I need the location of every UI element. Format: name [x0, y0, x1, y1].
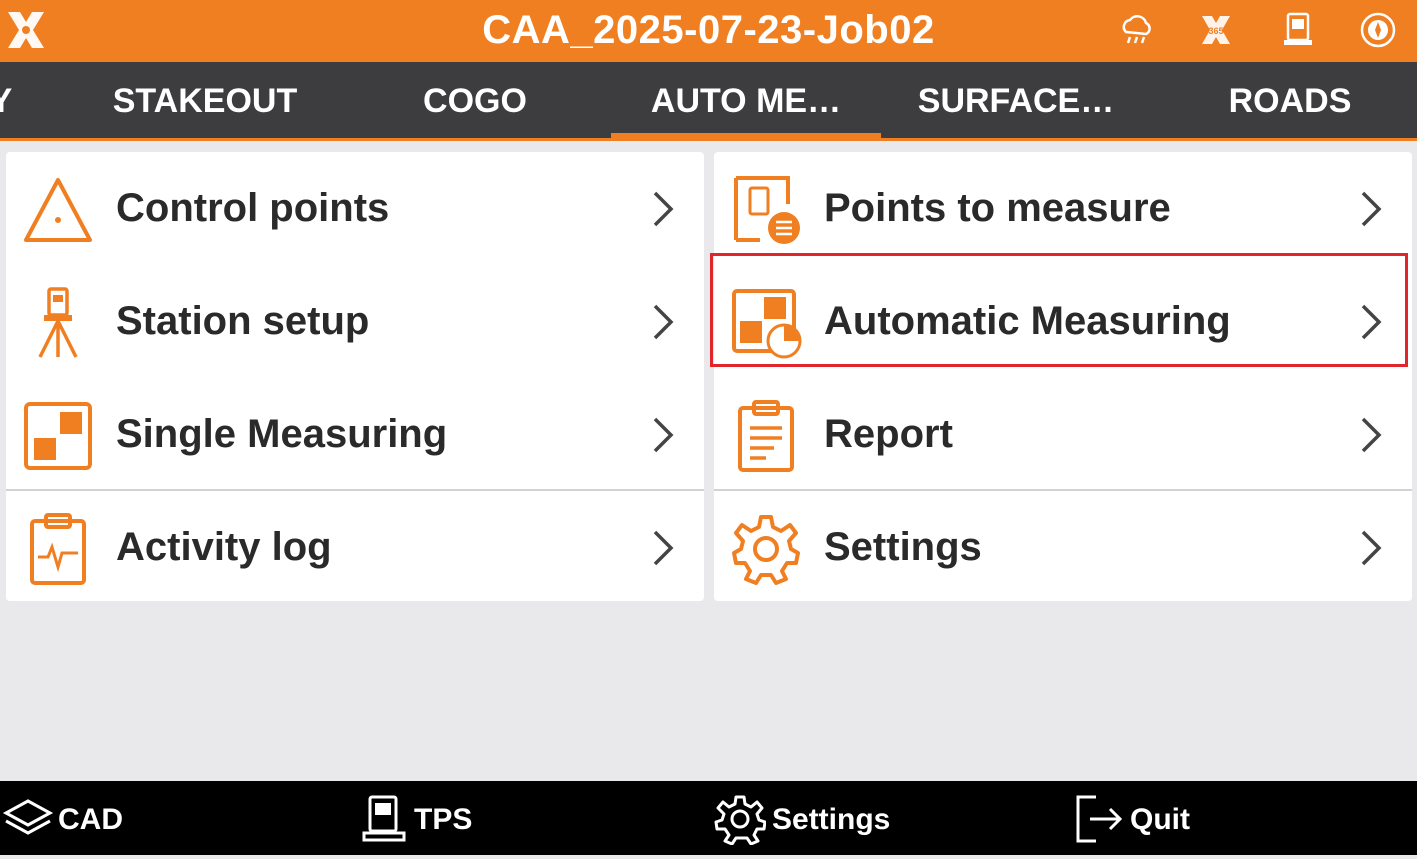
compass-icon[interactable]	[1358, 10, 1398, 50]
chevron-right-icon	[1361, 304, 1382, 340]
chevron-right-icon	[1361, 191, 1382, 227]
menu-item-automatic-measuring[interactable]: Automatic Measuring	[714, 265, 1412, 378]
tps-button[interactable]: TPS	[358, 781, 498, 855]
menu-item-label: Activity log	[116, 525, 332, 569]
chevron-right-icon	[653, 530, 674, 566]
menu-item-label: Settings	[824, 525, 982, 569]
tab-roads[interactable]: ROADS	[1155, 62, 1417, 140]
cad-button[interactable]: CAD	[0, 781, 140, 855]
menu-item-label: Station setup	[116, 299, 370, 343]
quit-label: Quit	[1130, 803, 1190, 836]
title-bar: CAA_2025-07-23-Job02 365	[0, 0, 1417, 62]
tab-survey[interactable]: Y	[0, 62, 14, 140]
menu-item-label: Points to measure	[824, 186, 1171, 230]
settings-label: Settings	[772, 803, 891, 836]
cad-label: CAD	[58, 803, 123, 836]
weather-icon[interactable]	[1116, 10, 1156, 50]
tab-bar-underline	[0, 138, 1417, 141]
gear-icon	[714, 795, 766, 845]
exit-icon	[1076, 795, 1123, 843]
left-menu-card: Control points Station setup Single Meas…	[6, 152, 704, 601]
menu-item-label: Control points	[116, 186, 390, 230]
single-measure-icon	[24, 402, 92, 470]
chevron-right-icon	[653, 417, 674, 453]
tab-surface[interactable]: SURFACE…	[881, 62, 1151, 140]
tab-auto-measure[interactable]: AUTO ME…	[611, 62, 881, 140]
points-list-icon	[734, 176, 800, 244]
right-menu-card: Points to measure Automatic Measuring Re…	[714, 152, 1412, 601]
gear-icon	[732, 515, 800, 585]
menu-item-settings[interactable]: Settings	[714, 491, 1412, 604]
triangle-point-icon	[24, 178, 92, 242]
menu-item-single-measuring[interactable]: Single Measuring	[6, 378, 704, 491]
menu-item-label: Report	[824, 412, 953, 456]
layers-icon	[2, 799, 54, 835]
menu-item-control-points[interactable]: Control points	[6, 152, 704, 265]
total-station-icon	[362, 795, 406, 842]
report-clipboard-icon	[738, 400, 794, 472]
chevron-right-icon	[1361, 417, 1382, 453]
tps-label: TPS	[414, 803, 473, 836]
menu-item-station-setup[interactable]: Station setup	[6, 265, 704, 378]
tripod-instrument-icon	[38, 287, 78, 358]
settings-button[interactable]: Settings	[714, 781, 914, 855]
clipboard-pulse-icon	[30, 513, 86, 585]
menu-item-points-to-measure[interactable]: Points to measure	[714, 152, 1412, 265]
tab-bar: Y STAKEOUT COGO AUTO ME… SURFACE… ROADS	[0, 62, 1417, 140]
chevron-right-icon	[1361, 530, 1382, 566]
chevron-right-icon	[653, 191, 674, 227]
tab-stakeout[interactable]: STAKEOUT	[70, 62, 340, 140]
menu-item-label: Single Measuring	[116, 412, 448, 456]
tab-cogo[interactable]: COGO	[340, 62, 610, 140]
menu-item-label: Automatic Measuring	[824, 299, 1231, 343]
bottom-toolbar: CAD TPS Settings Quit	[0, 781, 1417, 855]
quit-button[interactable]: Quit	[1074, 781, 1214, 855]
auto-measure-icon	[732, 289, 802, 359]
gnss-rtk-icon[interactable]: 365	[1196, 10, 1236, 50]
menu-item-report[interactable]: Report	[714, 378, 1412, 491]
total-station-icon[interactable]	[1278, 10, 1318, 50]
svg-text:365: 365	[1208, 26, 1223, 36]
chevron-right-icon	[653, 304, 674, 340]
menu-item-activity-log[interactable]: Activity log	[6, 491, 704, 604]
